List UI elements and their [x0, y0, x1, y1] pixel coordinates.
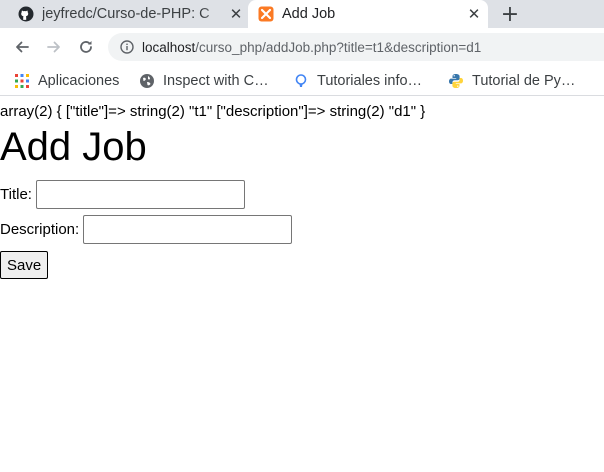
save-button[interactable]: Save — [0, 251, 49, 279]
bookmarks-bar: Aplicaciones Inspect with C… Tutoriales … — [0, 66, 604, 96]
close-icon[interactable]: ✕ — [228, 5, 244, 23]
address-bar[interactable]: localhost/curso_php/addJob.php?title=t1&… — [108, 33, 604, 61]
apps-grid-icon — [14, 73, 30, 89]
new-tab-button[interactable]: + — [498, 2, 522, 27]
bulb-icon — [293, 73, 309, 89]
description-input[interactable] — [83, 215, 293, 244]
bookmark-python[interactable]: Tutorial de Py… — [448, 71, 575, 91]
page-content: array(2) { ["title"]=> string(2) "t1" ["… — [0, 96, 604, 472]
info-icon[interactable] — [120, 40, 134, 54]
globe-icon — [139, 73, 155, 89]
github-icon — [18, 6, 34, 22]
bookmark-label: Tutorial de Py… — [472, 73, 576, 89]
toolbar: localhost/curso_php/addJob.php?title=t1&… — [0, 28, 604, 66]
bookmark-tutoriales[interactable]: Tutoriales info… — [293, 71, 422, 91]
tab-add-job[interactable]: Add Job ✕ — [248, 0, 488, 28]
title-input[interactable] — [35, 180, 245, 209]
bookmark-label: Tutoriales info… — [317, 73, 423, 89]
tab-strip: jeyfredc/Curso-de-PHP: C ✕ Add Job ✕ + — [0, 0, 604, 28]
reload-icon[interactable] — [76, 37, 96, 57]
xampp-icon — [258, 6, 274, 22]
browser-window: jeyfredc/Curso-de-PHP: C ✕ Add Job ✕ + l… — [0, 0, 604, 472]
close-icon[interactable]: ✕ — [466, 5, 482, 23]
bookmark-inspect[interactable]: Inspect with C… — [139, 71, 269, 91]
bookmark-label: Inspect with C… — [163, 73, 269, 89]
page-title: Add Job — [0, 125, 147, 169]
title-row: Title: — [0, 180, 245, 209]
url-host: localhost — [142, 39, 196, 55]
description-row: Description: — [0, 215, 293, 244]
bookmark-label: Aplicaciones — [38, 73, 120, 89]
python-icon — [448, 73, 464, 89]
back-arrow-icon[interactable] — [12, 37, 32, 57]
var-dump-output: array(2) { ["title"]=> string(2) "t1" ["… — [0, 103, 426, 120]
url-path: /curso_php/addJob.php?title=t1&descripti… — [195, 39, 482, 55]
bookmark-apps[interactable]: Aplicaciones — [14, 71, 119, 91]
description-label: Description: — [0, 221, 80, 238]
tab-title: jeyfredc/Curso-de-PHP: C — [42, 6, 210, 22]
tab-title: Add Job — [282, 6, 336, 22]
forward-arrow-icon[interactable] — [44, 37, 64, 57]
title-label: Title: — [0, 186, 32, 203]
tab-github[interactable]: jeyfredc/Curso-de-PHP: C ✕ — [0, 0, 248, 28]
